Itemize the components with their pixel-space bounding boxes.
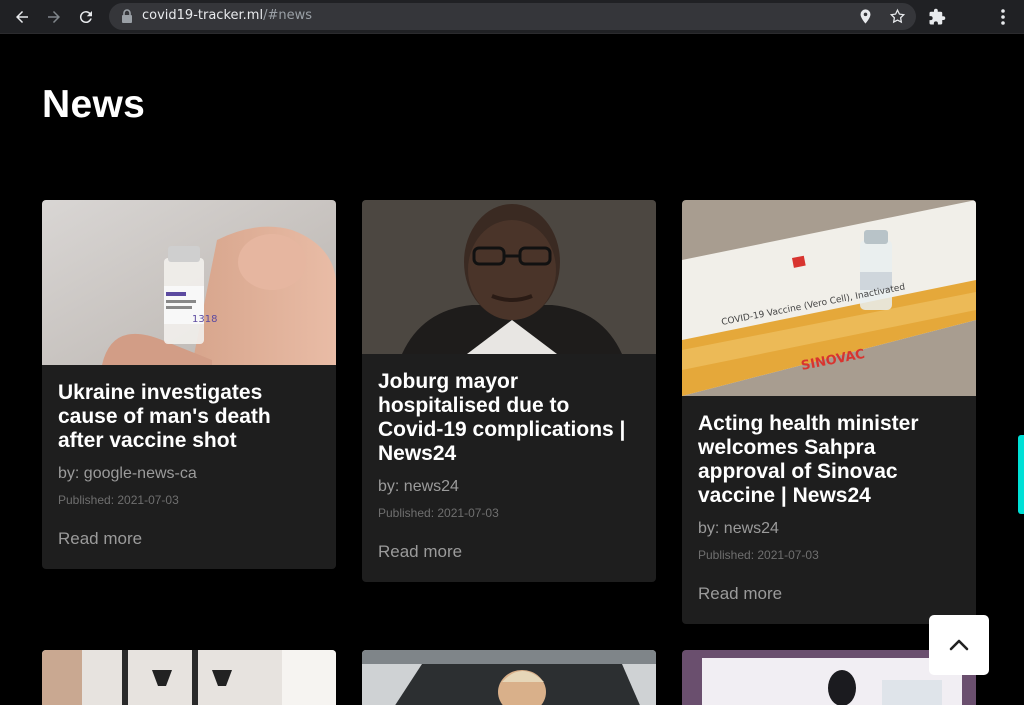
news-image xyxy=(362,200,656,354)
browser-toolbar: covid19-tracker.ml/#news xyxy=(0,0,1024,34)
read-more-link[interactable]: Read more xyxy=(378,542,462,562)
reload-icon[interactable] xyxy=(74,5,98,29)
news-card-body: Acting health minister welcomes Sahpra a… xyxy=(682,396,976,624)
news-card: SINOVAC COVID-19 Vaccine (Vero Cell), In… xyxy=(682,200,976,624)
read-more-link[interactable]: Read more xyxy=(58,529,142,549)
news-page: News 1318 Ukraine investigates cause of … xyxy=(0,35,1024,705)
read-more-link[interactable]: Read more xyxy=(698,584,782,604)
news-title: Joburg mayor hospitalised due to Covid-1… xyxy=(378,370,626,465)
scrollbar-thumb[interactable] xyxy=(1018,435,1024,514)
url-path: /#news xyxy=(263,8,312,23)
forward-icon[interactable] xyxy=(42,5,66,29)
news-title: Acting health minister welcomes Sahpra a… xyxy=(698,412,919,507)
news-source: by: google-news-ca xyxy=(58,465,197,482)
menu-icon[interactable] xyxy=(994,7,1012,27)
news-image xyxy=(362,650,656,705)
url-host: covid19-tracker.ml xyxy=(142,8,264,23)
page-title: News xyxy=(42,83,146,126)
news-card xyxy=(362,650,656,705)
news-image: SINOVAC COVID-19 Vaccine (Vero Cell), In… xyxy=(682,200,976,396)
back-icon[interactable] xyxy=(10,5,34,29)
extensions-icon[interactable] xyxy=(928,8,946,26)
news-image: 1318 xyxy=(42,200,336,365)
star-icon[interactable] xyxy=(889,8,906,25)
news-source: by: news24 xyxy=(698,520,779,537)
lock-icon xyxy=(122,9,132,23)
news-card-body: Joburg mayor hospitalised due to Covid-1… xyxy=(362,354,656,582)
url-text[interactable]: covid19-tracker.ml/#news xyxy=(142,8,312,23)
location-icon[interactable] xyxy=(857,8,874,25)
news-title: Ukraine investigates cause of man's deat… xyxy=(58,381,271,452)
news-image xyxy=(42,650,336,705)
news-source: by: news24 xyxy=(378,478,459,495)
news-date: Published: 2021-07-03 xyxy=(378,506,499,520)
news-card xyxy=(42,650,336,705)
news-card: Joburg mayor hospitalised due to Covid-1… xyxy=(362,200,656,582)
scroll-to-top-button[interactable] xyxy=(929,615,989,675)
chevron-up-icon xyxy=(949,639,969,651)
svg-text:1318: 1318 xyxy=(192,314,217,325)
news-card: 1318 Ukraine investigates cause of man's… xyxy=(42,200,336,569)
news-card-body: Ukraine investigates cause of man's deat… xyxy=(42,365,336,569)
news-date: Published: 2021-07-03 xyxy=(58,493,179,507)
address-bar[interactable]: covid19-tracker.ml/#news xyxy=(109,3,916,30)
news-date: Published: 2021-07-03 xyxy=(698,548,819,562)
